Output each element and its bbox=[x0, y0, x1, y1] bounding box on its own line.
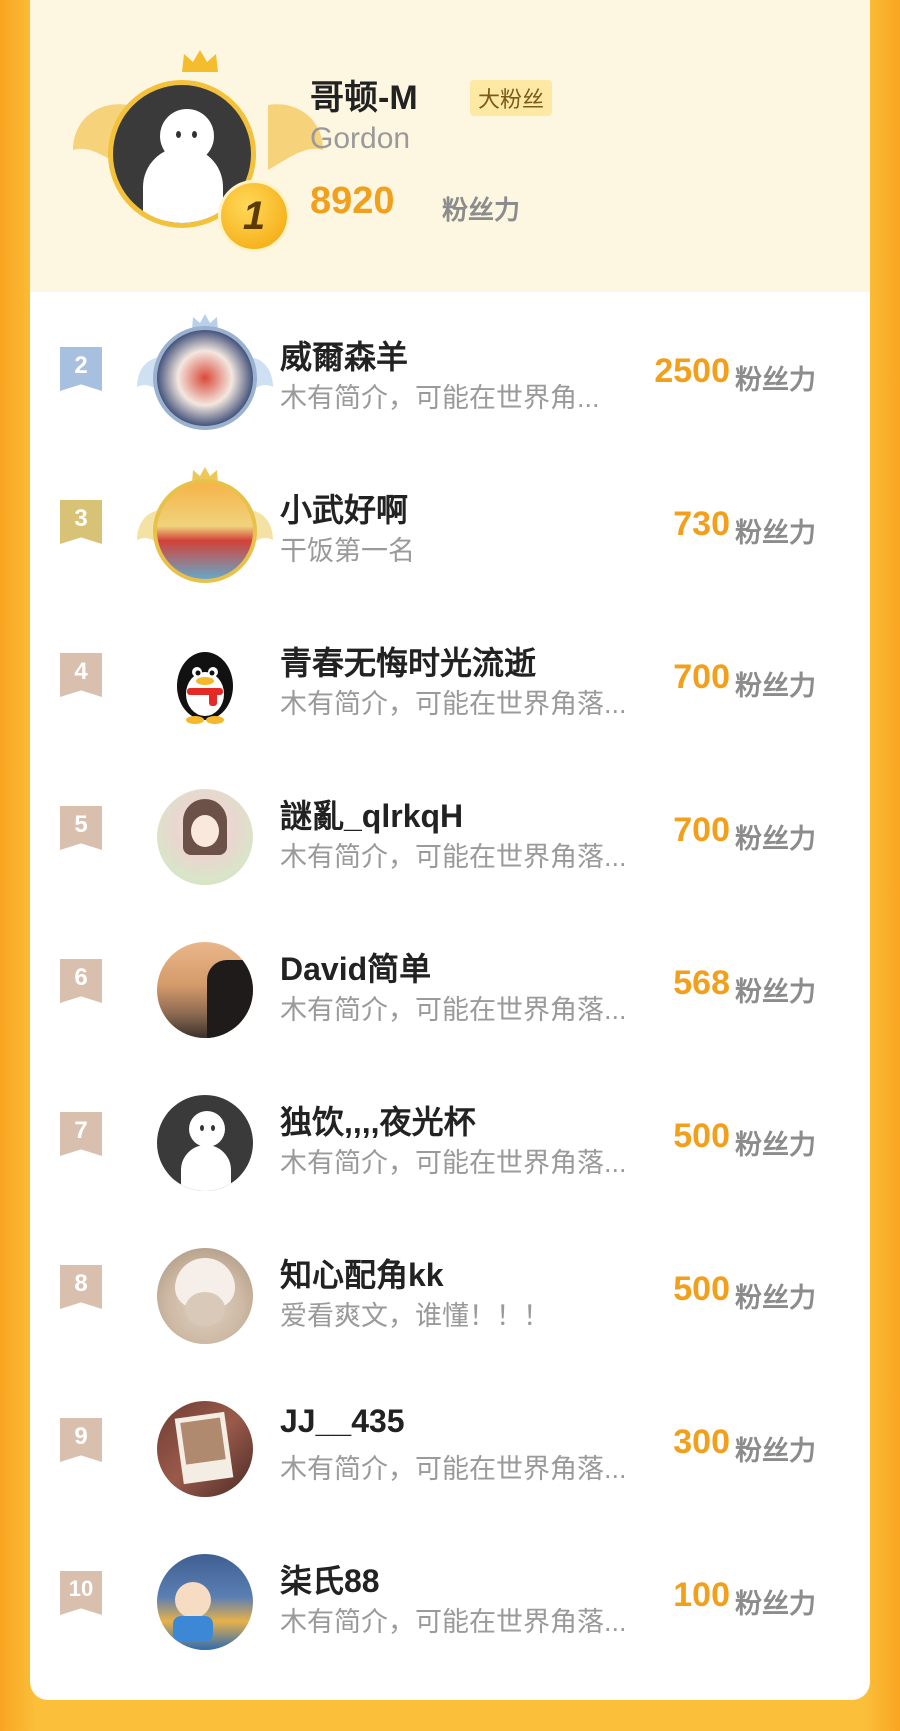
fan-score-unit: 粉丝力 bbox=[735, 977, 816, 1007]
fan-score-unit: 粉丝力 bbox=[735, 1589, 816, 1619]
fan-bio: 木有简介，可能在世界角落... bbox=[280, 995, 627, 1025]
avatar[interactable] bbox=[157, 1401, 253, 1497]
avatar[interactable] bbox=[157, 789, 253, 885]
avatar[interactable] bbox=[153, 326, 257, 430]
avatar-frame bbox=[135, 618, 275, 738]
fan-bio: 木有简介，可能在世界角落... bbox=[280, 842, 627, 872]
list-item[interactable]: 4 青春无悔时光流逝 木有简介，可能在世界角落... 700 粉丝力 bbox=[30, 598, 870, 751]
top-fan-section[interactable]: 1 哥顿-M 大粉丝 Gordon 8920 粉丝力 bbox=[30, 0, 870, 292]
fan-score-unit: 粉丝力 bbox=[735, 1436, 816, 1466]
avatar-frame bbox=[135, 1383, 275, 1503]
fan-score: 2500 bbox=[654, 352, 730, 390]
list-item[interactable]: 9 JJ__435 木有简介，可能在世界角落... 300 粉丝力 bbox=[30, 1363, 870, 1516]
rank-flag: 3 bbox=[60, 500, 102, 544]
rank-flag: 7 bbox=[60, 1112, 102, 1156]
rank-flag: 4 bbox=[60, 653, 102, 697]
avatar-frame bbox=[135, 1230, 275, 1350]
fan-name: 知心配角kk bbox=[280, 1257, 444, 1293]
fan-bio: 干饭第一名 bbox=[280, 536, 415, 566]
fan-score: 100 bbox=[673, 1576, 730, 1614]
fan-score-unit: 粉丝力 bbox=[735, 824, 816, 854]
fan-name: 謎亂_qlrkqH bbox=[280, 798, 464, 834]
penguin-icon bbox=[177, 652, 233, 724]
avatar-frame bbox=[135, 1077, 275, 1197]
fan-bio: 木有简介，可能在世界角落... bbox=[280, 689, 627, 719]
list-item[interactable]: 5 謎亂_qlrkqH 木有简介，可能在世界角落... 700 粉丝力 bbox=[30, 751, 870, 904]
top-fan-score: 8920 bbox=[310, 180, 395, 222]
list-item[interactable]: 3 小武好啊 干饭第一名 730 粉丝力 bbox=[30, 445, 870, 598]
fan-score: 500 bbox=[673, 1117, 730, 1155]
fan-score: 300 bbox=[673, 1423, 730, 1461]
fan-name: JJ__435 bbox=[280, 1403, 405, 1439]
fan-bio: 木有简介，可能在世界角落... bbox=[280, 1148, 627, 1178]
fan-ranking-card: 1 哥顿-M 大粉丝 Gordon 8920 粉丝力 2 威爾森羊 木有简介，可… bbox=[30, 0, 870, 1700]
fan-name: 小武好啊 bbox=[280, 492, 409, 528]
crown-icon bbox=[182, 50, 218, 72]
fan-bio: 木有简介，可能在世界角... bbox=[280, 383, 600, 413]
fan-score-unit: 粉丝力 bbox=[735, 518, 816, 548]
list-item[interactable]: 2 威爾森羊 木有简介，可能在世界角... 2500 粉丝力 bbox=[30, 292, 870, 445]
avatar[interactable] bbox=[157, 942, 253, 1038]
fan-score-unit: 粉丝力 bbox=[735, 671, 816, 701]
avatar-frame bbox=[135, 312, 275, 432]
rank-flag: 2 bbox=[60, 347, 102, 391]
rank-flag: 8 bbox=[60, 1265, 102, 1309]
list-item[interactable]: 8 知心配角kk 爱看爽文，谁懂！！！ 500 粉丝力 bbox=[30, 1210, 870, 1363]
fan-name: 青春无悔时光流逝 bbox=[280, 645, 537, 681]
top-fan-name: 哥顿-M bbox=[310, 79, 418, 117]
fan-score: 500 bbox=[673, 1270, 730, 1308]
list-item[interactable]: 6 David简单 木有简介，可能在世界角落... 568 粉丝力 bbox=[30, 904, 870, 1057]
avatar-frame bbox=[135, 465, 275, 585]
avatar[interactable] bbox=[157, 1248, 253, 1344]
avatar-frame bbox=[135, 924, 275, 1044]
rank-flag: 9 bbox=[60, 1418, 102, 1462]
rank-flag: 6 bbox=[60, 959, 102, 1003]
avatar[interactable] bbox=[153, 479, 257, 583]
fan-bio: 木有简介，可能在世界角落... bbox=[280, 1454, 627, 1484]
avatar-frame bbox=[135, 1536, 275, 1656]
fan-level-badge: 大粉丝 bbox=[470, 80, 553, 116]
fan-name: David简单 bbox=[280, 951, 432, 987]
fan-score: 730 bbox=[673, 505, 730, 543]
top-fan-subtitle: Gordon bbox=[310, 122, 411, 155]
fan-score: 568 bbox=[673, 964, 730, 1002]
rank-flag: 5 bbox=[60, 806, 102, 850]
fan-bio: 木有简介，可能在世界角落... bbox=[280, 1607, 627, 1637]
fan-name: 威爾森羊 bbox=[280, 339, 409, 375]
rank-badge: 1 bbox=[218, 180, 290, 252]
list-item[interactable]: 7 独饮,,,,夜光杯 木有简介，可能在世界角落... 500 粉丝力 bbox=[30, 1057, 870, 1210]
fan-score: 700 bbox=[673, 658, 730, 696]
avatar[interactable] bbox=[157, 636, 253, 732]
fan-name: 柒氏88 bbox=[280, 1563, 380, 1599]
avatar[interactable] bbox=[157, 1095, 253, 1191]
fan-name: 独饮,,,,夜光杯 bbox=[280, 1104, 476, 1140]
fan-score-unit: 粉丝力 bbox=[735, 1130, 816, 1160]
top-fan-score-unit: 粉丝力 bbox=[442, 195, 521, 225]
fan-score-unit: 粉丝力 bbox=[735, 365, 816, 395]
fan-score-unit: 粉丝力 bbox=[735, 1283, 816, 1313]
avatar-frame bbox=[135, 771, 275, 891]
rank-flag: 10 bbox=[60, 1571, 102, 1615]
avatar[interactable] bbox=[157, 1554, 253, 1650]
fan-score: 700 bbox=[673, 811, 730, 849]
list-item[interactable]: 10 柒氏88 木有简介，可能在世界角落... 100 粉丝力 bbox=[30, 1516, 870, 1669]
top-avatar-frame: 1 bbox=[68, 40, 323, 252]
fan-bio: 爱看爽文，谁懂！！！ bbox=[280, 1301, 550, 1331]
